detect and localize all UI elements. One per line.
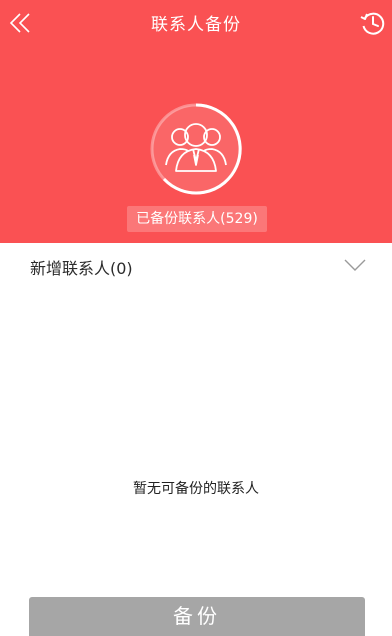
backed-up-count: 已备份联系人(529)	[127, 206, 267, 232]
history-button[interactable]	[354, 6, 390, 40]
header-panel: 联系人备份 已备份联系人(529)	[0, 0, 392, 243]
chevron-down-icon[interactable]	[344, 258, 366, 272]
page-title: 联系人备份	[151, 15, 241, 35]
new-contacts-label: 新增联系人(0)	[30, 259, 133, 278]
backup-button[interactable]: 备份	[29, 597, 365, 636]
contacts-backup-screen: 联系人备份 已备份联系人(529) 新增联系人(0) 暂无可备份的联系人 备份	[0, 0, 392, 636]
backup-progress-ring	[146, 99, 246, 199]
new-contacts-row[interactable]: 新增联系人(0)	[0, 243, 392, 289]
history-clock-icon	[360, 12, 385, 35]
contacts-group-icon	[150, 103, 242, 195]
top-bar: 联系人备份	[0, 0, 392, 46]
empty-state-message: 暂无可备份的联系人	[133, 481, 259, 497]
